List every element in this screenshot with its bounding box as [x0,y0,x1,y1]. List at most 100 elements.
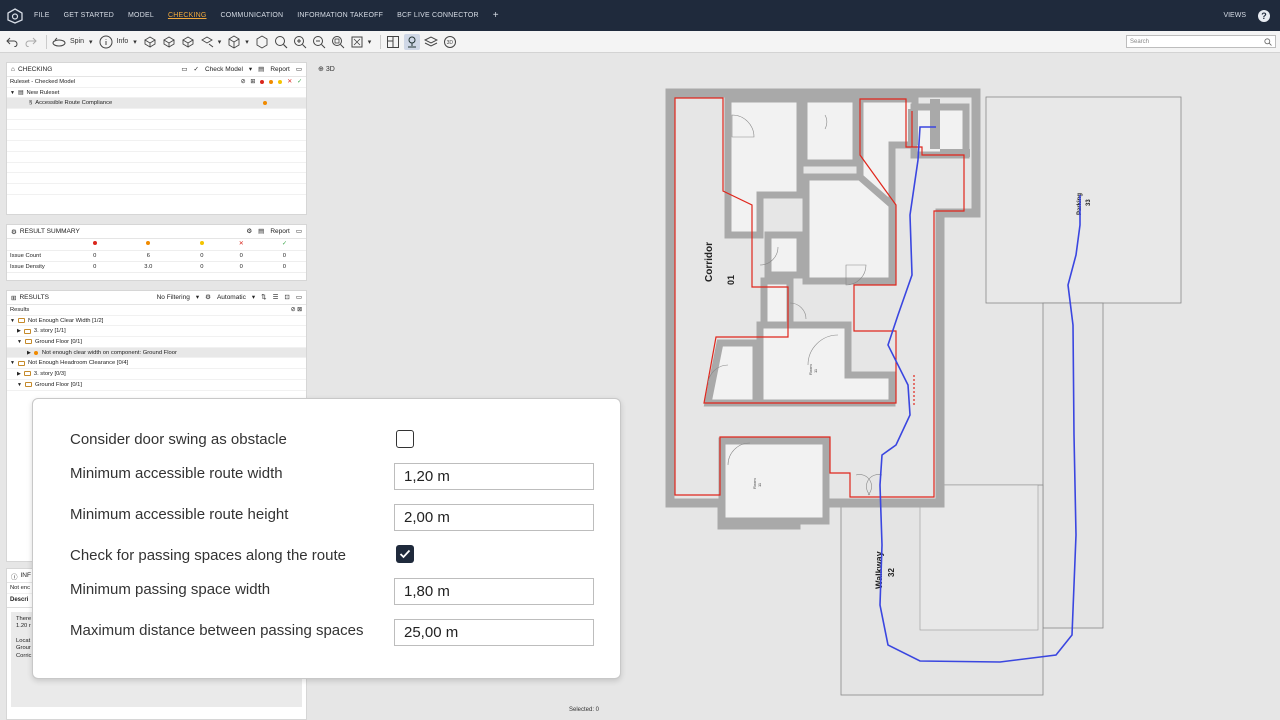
settings-icon[interactable]: ⚙ [246,227,252,235]
isolate-objects-icon[interactable] [180,34,196,50]
zoom-selected-icon[interactable] [330,34,346,50]
route-view-icon[interactable] [404,33,421,50]
automatic-icon[interactable]: ⚙ [205,293,211,301]
checkmark-icon [399,549,411,559]
cube-dropdown-icon[interactable]: ▾ [245,38,249,46]
passing-width-input[interactable]: 1,80 m [394,578,594,605]
hide-objects-icon[interactable] [161,34,177,50]
visibility-icon[interactable] [199,34,215,50]
passing-width-label: Minimum passing space width [70,581,271,598]
check-model-icon[interactable]: ✓ [194,65,199,73]
list-icon[interactable]: ☰ [273,293,279,301]
menu-file[interactable]: FILE [34,12,50,19]
rule-row[interactable]: § Accessible Route Compliance [7,98,306,110]
cube-icon[interactable] [226,34,242,50]
rejected-filter-icon[interactable]: ✕ [287,79,292,85]
automatic-dropdown[interactable]: Automatic [217,294,246,301]
moderate-filter-icon[interactable] [269,79,274,84]
folder-icon [24,339,32,345]
min-height-input[interactable]: 2,00 m [394,504,594,531]
spin-icon[interactable] [51,34,67,50]
critical-filter-icon[interactable] [260,79,265,84]
summary-report-button[interactable]: Report [270,228,290,235]
tab-description[interactable]: Descri [10,597,28,603]
results-title: RESULTS [19,294,49,301]
menu-model[interactable]: MODEL [128,12,154,19]
ruleset-row[interactable]: ▼ ▤ New Ruleset [7,88,306,99]
visibility-dropdown-icon[interactable]: ▾ [218,38,222,46]
report-icon[interactable]: ▤ [258,65,264,73]
corridor-label: Corridor [704,242,715,282]
expand-icon[interactable]: ▶ [17,328,21,334]
add-tab-button[interactable]: + [493,10,499,21]
results-subgroup-row[interactable]: ▶ 3. story [0/3] [7,369,306,380]
search-icon[interactable] [1264,38,1272,46]
ghost-icon[interactable] [254,34,270,50]
floor-plan[interactable]: Corridor 01 Room 11 Room 11 Walkway 32 P… [660,85,1200,705]
info-label[interactable]: Info [117,38,129,45]
redo-icon[interactable] [23,34,39,50]
help-icon[interactable]: ? [1258,9,1270,22]
max-distance-input[interactable]: 25,00 m [394,619,594,646]
summary-cell: 0 [184,261,220,273]
results-group-row[interactable]: ▼ Not Enough Clear Width [1/2] [7,316,306,327]
results-subgroup-row[interactable]: ▼ Ground Floor [0/1] [7,380,306,391]
menu-bcf-live-connector[interactable]: BCF LIVE CONNECTOR [397,12,479,19]
expand-icon[interactable]: ▼ [17,339,22,345]
undo-icon[interactable] [4,34,20,50]
menu-information-takeoff[interactable]: INFORMATION TAKEOFF [297,12,383,19]
lock-icon[interactable]: ⊡ [284,293,289,301]
menu-communication[interactable]: COMMUNICATION [221,12,284,19]
results-subgroup-row[interactable]: ▶ 3. story [1/1] [7,326,306,338]
collapse-panel-icon[interactable]: ▭ [296,65,302,73]
spin-label[interactable]: Spin [70,38,84,45]
check-model-button[interactable]: Check Model [205,66,243,73]
expand-icon[interactable]: ▼ [17,382,22,388]
spin-dropdown-icon[interactable]: ▾ [89,38,93,46]
results-group-row[interactable]: ▼ Not Enough Headroom Clearance [0/4] [7,358,306,370]
min-width-input[interactable]: 1,20 m [394,463,594,490]
door-swing-checkbox[interactable] [396,430,414,448]
corridor-number: 01 [726,275,736,285]
info-dropdown-icon[interactable]: ▾ [133,38,137,46]
zoom-in-icon[interactable] [292,34,308,50]
floor-plan-icon[interactable] [385,34,401,50]
expand-icon[interactable]: ▼ [10,90,15,96]
zoom-out-icon[interactable] [311,34,327,50]
frame-icon[interactable] [349,34,365,50]
app-logo-icon[interactable] [6,7,24,25]
low-filter-icon[interactable] [278,79,283,84]
check-model-dropdown-icon[interactable]: ▾ [249,65,252,73]
collapse-panel-icon[interactable]: ▭ [296,227,302,235]
collapse-panel-icon[interactable]: ▭ [296,293,302,301]
filtering-dropdown-icon[interactable]: ▾ [196,293,199,301]
results-subgroup-row[interactable]: ▼ Ground Floor [0/1] [7,337,306,348]
accepted-filter-icon[interactable]: ✓ [297,79,302,85]
menu-checking[interactable]: CHECKING [168,12,207,19]
grid-icon[interactable]: ⊞ [250,79,255,85]
info-icon[interactable] [98,34,114,50]
passing-spaces-checkbox[interactable] [396,545,414,563]
expand-icon[interactable]: ▶ [17,371,21,377]
results-link-icon[interactable]: ⊘ ⊠ [291,307,302,313]
results-issue-row[interactable]: ▶ Not enough clear width on component: G… [7,347,306,359]
view-3d-tab[interactable]: ⊕ 3D [318,65,335,73]
zoom-extents-icon[interactable] [273,34,289,50]
expand-icon[interactable]: ▼ [10,318,15,324]
layers-icon[interactable] [423,34,439,50]
menu-get-started[interactable]: GET STARTED [64,12,114,19]
report-button[interactable]: Report [270,66,290,73]
link-icon[interactable]: ⊘ [241,79,246,85]
folder-icon[interactable]: ▭ [181,65,187,73]
automatic-dropdown-icon[interactable]: ▾ [252,293,255,301]
group-icon[interactable]: ⇅ [261,293,266,301]
frame-dropdown-icon[interactable]: ▾ [368,38,372,46]
filtering-dropdown[interactable]: No Filtering [157,294,190,301]
views-menu[interactable]: VIEWS [1223,12,1246,19]
expand-icon[interactable]: ▶ [27,350,31,356]
report-icon[interactable]: ▤ [258,227,264,235]
view-3d-icon[interactable]: 3D [442,34,458,50]
search-input[interactable]: Search [1126,35,1276,48]
expand-icon[interactable]: ▼ [10,360,15,366]
select-objects-icon[interactable] [142,34,158,50]
